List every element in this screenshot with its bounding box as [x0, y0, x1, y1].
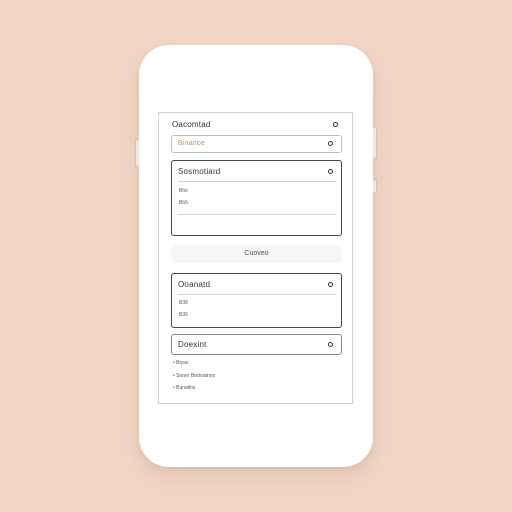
section-1-title: Sosmotiard	[178, 167, 221, 176]
select-field-value: Binanoe	[178, 140, 206, 147]
dropdown-radio-icon	[328, 342, 333, 347]
section-card-2[interactable]: Ooanatd B38 B35	[171, 273, 342, 328]
app-screen: Oacomtad Binanoe Sosmotiard Bhs Bh5 Cuov…	[158, 112, 353, 404]
section-1-radio-icon	[328, 169, 333, 174]
dropdown-option-1[interactable]: • Biyas	[173, 360, 188, 366]
action-button[interactable]: Cuoveo	[171, 245, 342, 263]
section-1-divider-top	[178, 181, 336, 182]
header-title: Oacomtad	[172, 120, 211, 129]
dropdown-option-3[interactable]: • Bunalins	[173, 385, 195, 391]
section-2-radio-icon	[328, 282, 333, 287]
select-radio-icon	[328, 141, 333, 146]
side-button-right-upper	[373, 128, 376, 158]
section-1-divider-bottom	[178, 214, 336, 215]
select-field[interactable]: Binanoe	[171, 135, 342, 153]
section-2-title: Ooanatd	[178, 280, 211, 289]
section-1-item-1[interactable]: Bhs	[179, 188, 188, 194]
section-2-divider	[178, 294, 336, 295]
dropdown-title: Doexint	[178, 340, 207, 349]
section-1-item-2[interactable]: Bh5	[179, 200, 188, 206]
section-2-item-1[interactable]: B38	[179, 300, 188, 306]
header-radio-icon[interactable]	[333, 122, 338, 127]
dropdown-option-2[interactable]: • Soner Bertoatnos	[173, 373, 215, 379]
side-button-right-lower	[373, 180, 376, 192]
section-card-1[interactable]: Sosmotiard Bhs Bh5	[171, 160, 342, 236]
action-button-label: Cuoveo	[244, 250, 269, 257]
dropdown-select[interactable]: Doexint	[171, 334, 342, 355]
section-2-item-2[interactable]: B35	[179, 312, 188, 318]
